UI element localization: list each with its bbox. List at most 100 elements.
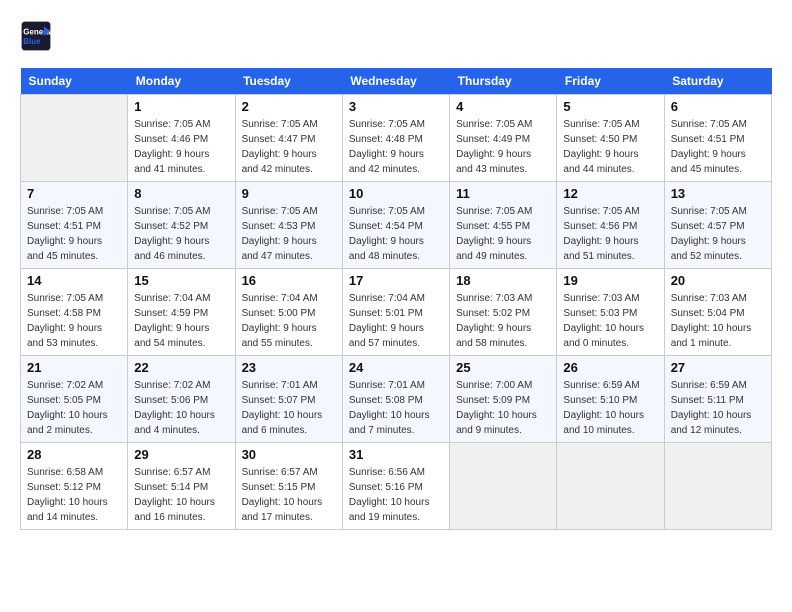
calendar-cell: 23 Sunrise: 7:01 AMSunset: 5:07 PMDayligh… <box>235 356 342 443</box>
calendar-cell: 18 Sunrise: 7:03 AMSunset: 5:02 PMDayligh… <box>450 269 557 356</box>
day-number: 10 <box>349 186 443 201</box>
calendar-cell: 9 Sunrise: 7:05 AMSunset: 4:53 PMDaylight… <box>235 182 342 269</box>
day-number: 31 <box>349 447 443 462</box>
calendar-cell: 5 Sunrise: 7:05 AMSunset: 4:50 PMDaylight… <box>557 95 664 182</box>
calendar-cell: 8 Sunrise: 7:05 AMSunset: 4:52 PMDaylight… <box>128 182 235 269</box>
calendar-cell: 1 Sunrise: 7:05 AMSunset: 4:46 PMDaylight… <box>128 95 235 182</box>
day-info: Sunrise: 6:56 AMSunset: 5:16 PMDaylight:… <box>349 465 443 525</box>
day-number: 2 <box>242 99 336 114</box>
calendar-cell: 29 Sunrise: 6:57 AMSunset: 5:14 PMDayligh… <box>128 443 235 530</box>
page-header: General Blue <box>20 20 772 52</box>
calendar-cell: 26 Sunrise: 6:59 AMSunset: 5:10 PMDayligh… <box>557 356 664 443</box>
day-info: Sunrise: 7:03 AMSunset: 5:03 PMDaylight:… <box>563 291 657 351</box>
col-header-friday: Friday <box>557 68 664 95</box>
day-number: 24 <box>349 360 443 375</box>
col-header-saturday: Saturday <box>664 68 771 95</box>
day-number: 9 <box>242 186 336 201</box>
day-number: 21 <box>27 360 121 375</box>
day-info: Sunrise: 7:03 AMSunset: 5:04 PMDaylight:… <box>671 291 765 351</box>
calendar-cell: 4 Sunrise: 7:05 AMSunset: 4:49 PMDaylight… <box>450 95 557 182</box>
day-number: 19 <box>563 273 657 288</box>
calendar-cell: 6Sunrise: 7:05 AMSunset: 4:51 PMDaylight… <box>664 95 771 182</box>
day-info: Sunrise: 6:57 AMSunset: 5:14 PMDaylight:… <box>134 465 228 525</box>
calendar-cell: 3 Sunrise: 7:05 AMSunset: 4:48 PMDaylight… <box>342 95 449 182</box>
day-number: 11 <box>456 186 550 201</box>
day-info: Sunrise: 7:04 AMSunset: 4:59 PMDaylight:… <box>134 291 228 351</box>
day-number: 7 <box>27 186 121 201</box>
calendar-cell: 19 Sunrise: 7:03 AMSunset: 5:03 PMDayligh… <box>557 269 664 356</box>
col-header-monday: Monday <box>128 68 235 95</box>
day-number: 13 <box>671 186 765 201</box>
calendar-cell: 10Sunrise: 7:05 AMSunset: 4:54 PMDayligh… <box>342 182 449 269</box>
day-number: 22 <box>134 360 228 375</box>
day-info: Sunrise: 7:05 AMSunset: 4:51 PMDaylight:… <box>27 204 121 264</box>
day-number: 8 <box>134 186 228 201</box>
day-info: Sunrise: 7:01 AMSunset: 5:08 PMDaylight:… <box>349 378 443 438</box>
calendar-cell: 31 Sunrise: 6:56 AMSunset: 5:16 PMDayligh… <box>342 443 449 530</box>
day-number: 17 <box>349 273 443 288</box>
day-info: Sunrise: 6:58 AMSunset: 5:12 PMDaylight:… <box>27 465 121 525</box>
calendar-cell <box>557 443 664 530</box>
day-info: Sunrise: 7:05 AMSunset: 4:56 PMDaylight:… <box>563 204 657 264</box>
day-number: 12 <box>563 186 657 201</box>
day-number: 18 <box>456 273 550 288</box>
day-number: 20 <box>671 273 765 288</box>
calendar-cell <box>450 443 557 530</box>
calendar-cell: 7 Sunrise: 7:05 AMSunset: 4:51 PMDaylight… <box>21 182 128 269</box>
calendar-cell: 12 Sunrise: 7:05 AMSunset: 4:56 PMDayligh… <box>557 182 664 269</box>
day-info: Sunrise: 7:05 AMSunset: 4:49 PMDaylight:… <box>456 117 550 177</box>
day-number: 25 <box>456 360 550 375</box>
calendar-cell: 17 Sunrise: 7:04 AMSunset: 5:01 PMDayligh… <box>342 269 449 356</box>
day-info: Sunrise: 7:01 AMSunset: 5:07 PMDaylight:… <box>242 378 336 438</box>
day-info: Sunrise: 6:59 AMSunset: 5:11 PMDaylight:… <box>671 378 765 438</box>
day-number: 4 <box>456 99 550 114</box>
day-info: Sunrise: 7:05 AMSunset: 4:53 PMDaylight:… <box>242 204 336 264</box>
day-number: 28 <box>27 447 121 462</box>
calendar-cell: 16 Sunrise: 7:04 AMSunset: 5:00 PMDayligh… <box>235 269 342 356</box>
calendar-cell: 14 Sunrise: 7:05 AMSunset: 4:58 PMDayligh… <box>21 269 128 356</box>
col-header-wednesday: Wednesday <box>342 68 449 95</box>
day-info: Sunrise: 7:05 AMSunset: 4:50 PMDaylight:… <box>563 117 657 177</box>
col-header-tuesday: Tuesday <box>235 68 342 95</box>
day-number: 14 <box>27 273 121 288</box>
logo-icon: General Blue <box>20 20 52 52</box>
day-number: 26 <box>563 360 657 375</box>
day-number: 23 <box>242 360 336 375</box>
calendar-cell: 25Sunrise: 7:00 AMSunset: 5:09 PMDayligh… <box>450 356 557 443</box>
col-header-thursday: Thursday <box>450 68 557 95</box>
logo: General Blue <box>20 20 52 52</box>
day-info: Sunrise: 7:02 AMSunset: 5:05 PMDaylight:… <box>27 378 121 438</box>
day-info: Sunrise: 7:05 AMSunset: 4:58 PMDaylight:… <box>27 291 121 351</box>
calendar-cell <box>664 443 771 530</box>
calendar-cell: 28 Sunrise: 6:58 AMSunset: 5:12 PMDayligh… <box>21 443 128 530</box>
calendar-cell: 2Sunrise: 7:05 AMSunset: 4:47 PMDaylight… <box>235 95 342 182</box>
day-info: Sunrise: 7:04 AMSunset: 5:00 PMDaylight:… <box>242 291 336 351</box>
calendar-cell: 21 Sunrise: 7:02 AMSunset: 5:05 PMDayligh… <box>21 356 128 443</box>
day-info: Sunrise: 7:05 AMSunset: 4:51 PMDaylight:… <box>671 117 765 177</box>
calendar-cell: 11 Sunrise: 7:05 AMSunset: 4:55 PMDayligh… <box>450 182 557 269</box>
day-info: Sunrise: 7:04 AMSunset: 5:01 PMDaylight:… <box>349 291 443 351</box>
calendar-cell: 27 Sunrise: 6:59 AMSunset: 5:11 PMDayligh… <box>664 356 771 443</box>
calendar-cell: 24 Sunrise: 7:01 AMSunset: 5:08 PMDayligh… <box>342 356 449 443</box>
calendar-cell: 30Sunrise: 6:57 AMSunset: 5:15 PMDayligh… <box>235 443 342 530</box>
day-number: 29 <box>134 447 228 462</box>
day-info: Sunrise: 7:05 AMSunset: 4:57 PMDaylight:… <box>671 204 765 264</box>
day-info: Sunrise: 7:03 AMSunset: 5:02 PMDaylight:… <box>456 291 550 351</box>
day-info: Sunrise: 6:59 AMSunset: 5:10 PMDaylight:… <box>563 378 657 438</box>
day-number: 1 <box>134 99 228 114</box>
col-header-sunday: Sunday <box>21 68 128 95</box>
calendar-table: SundayMondayTuesdayWednesdayThursdayFrid… <box>20 68 772 530</box>
day-number: 27 <box>671 360 765 375</box>
day-info: Sunrise: 7:05 AMSunset: 4:48 PMDaylight:… <box>349 117 443 177</box>
calendar-cell: 22Sunrise: 7:02 AMSunset: 5:06 PMDayligh… <box>128 356 235 443</box>
day-number: 16 <box>242 273 336 288</box>
calendar-cell: 15Sunrise: 7:04 AMSunset: 4:59 PMDayligh… <box>128 269 235 356</box>
day-info: Sunrise: 7:05 AMSunset: 4:52 PMDaylight:… <box>134 204 228 264</box>
day-number: 5 <box>563 99 657 114</box>
day-number: 3 <box>349 99 443 114</box>
day-info: Sunrise: 7:05 AMSunset: 4:55 PMDaylight:… <box>456 204 550 264</box>
calendar-cell: 13 Sunrise: 7:05 AMSunset: 4:57 PMDayligh… <box>664 182 771 269</box>
day-info: Sunrise: 7:05 AMSunset: 4:46 PMDaylight:… <box>134 117 228 177</box>
day-number: 30 <box>242 447 336 462</box>
calendar-cell: 20 Sunrise: 7:03 AMSunset: 5:04 PMDayligh… <box>664 269 771 356</box>
